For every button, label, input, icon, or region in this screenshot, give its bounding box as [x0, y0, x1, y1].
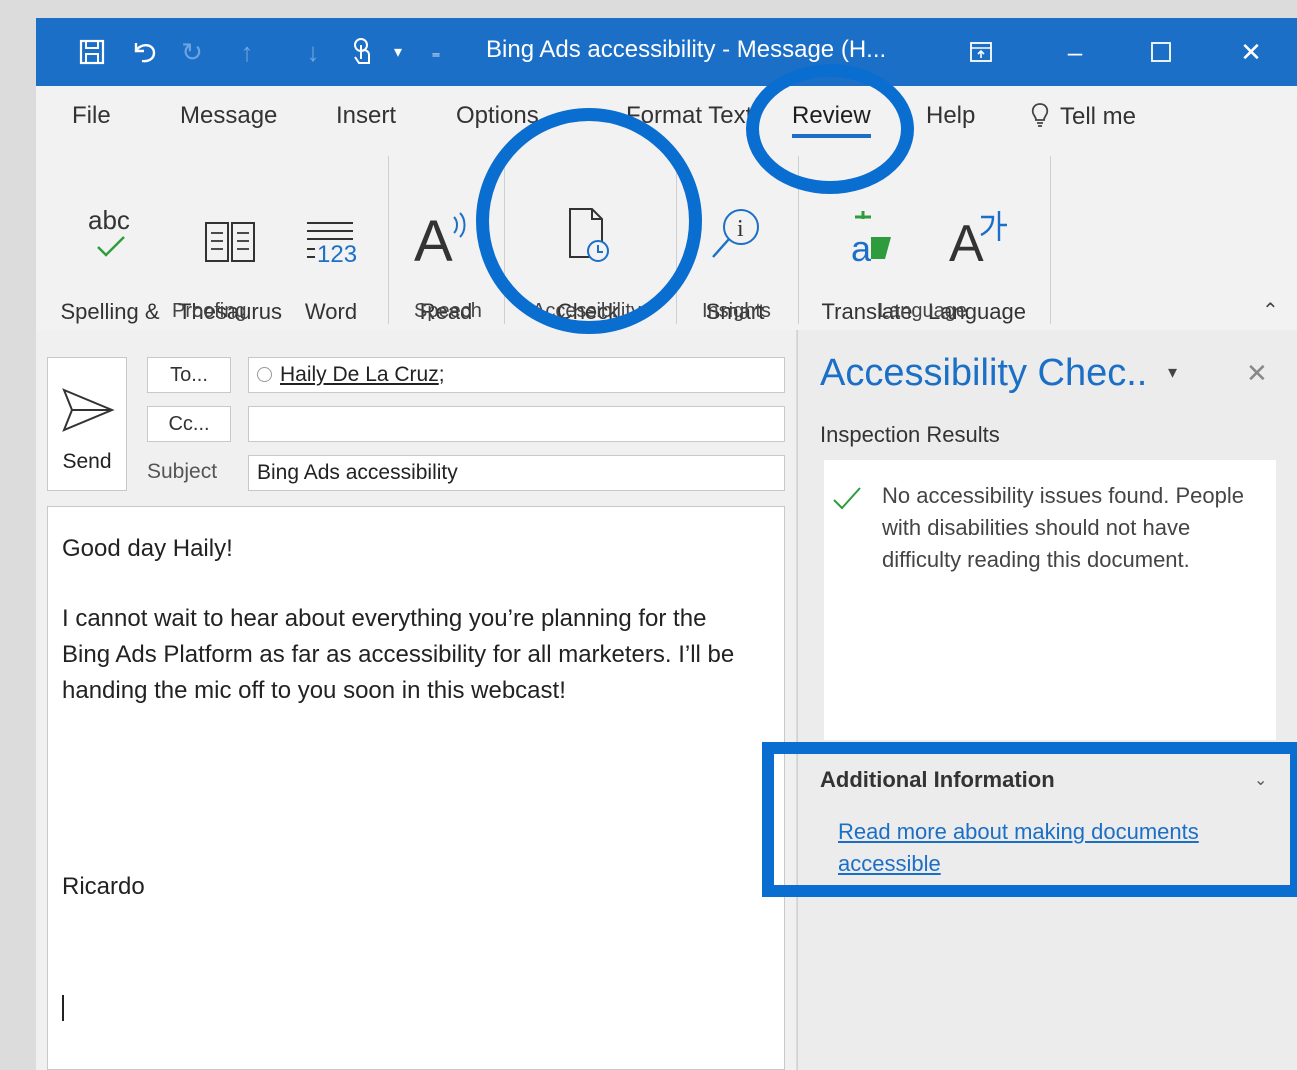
presence-icon [257, 367, 272, 382]
spelling-icon-text: abc [88, 205, 130, 235]
highlight-circle-review-tab [746, 64, 914, 194]
language-icon: A [924, 185, 1030, 265]
ribbon-separator [388, 156, 389, 324]
cc-button[interactable]: Cc... [147, 406, 231, 442]
recipient-separator: ; [438, 363, 445, 386]
inspection-results-label: Inspection Results [820, 422, 1000, 447]
send-label: Send [62, 450, 112, 473]
spelling-check-icon: abc [52, 185, 168, 265]
touch-mode-icon[interactable] [346, 18, 378, 86]
arrow-down-icon[interactable]: ↓ [298, 18, 328, 86]
tell-me-search[interactable]: Tell me [1030, 102, 1136, 131]
maximize-icon[interactable] [1146, 18, 1176, 86]
arrow-up-icon[interactable]: ↑ [232, 18, 262, 86]
customize-qat-icon[interactable]: ₌ [426, 18, 446, 86]
word-count-icon-text: 123 [317, 241, 357, 265]
body-greeting: Good day Haily! [62, 535, 233, 562]
minimize-icon[interactable]: – [1060, 18, 1090, 86]
window-title: Bing Ads accessibility - Message (H... [486, 36, 887, 63]
save-icon[interactable] [76, 18, 108, 86]
dropdown-icon[interactable]: ▾ [388, 18, 408, 86]
close-icon[interactable]: ✕ [1236, 18, 1266, 86]
inspection-result-text: No accessibility issues found. People wi… [882, 483, 1244, 572]
text-cursor [62, 995, 64, 1021]
check-icon [833, 487, 861, 510]
tab-insert[interactable]: Insert [336, 102, 396, 130]
inspection-results: No accessibility issues found. People wi… [824, 460, 1276, 740]
message-body[interactable]: Good day Haily! I cannot wait to hear ab… [47, 506, 785, 1070]
group-language: Language [878, 300, 967, 322]
title-bar: ↻ ↑ ↓ ▾ ₌ Bing Ads accessibility - Messa… [36, 18, 1297, 86]
collapse-ribbon-icon[interactable]: ⌃ [1262, 298, 1279, 323]
group-insights: Insights [702, 300, 771, 322]
body-paragraph: I cannot wait to hear about everything y… [62, 605, 735, 704]
tab-file[interactable]: File [72, 102, 111, 130]
recipient-chip[interactable]: Haily De La Cruz [280, 363, 439, 386]
tell-me-label: Tell me [1060, 103, 1137, 130]
body-signature: Ricardo [62, 873, 145, 900]
thesaurus-book-icon [174, 185, 286, 265]
pane-close-icon[interactable]: ✕ [1246, 358, 1268, 389]
subject-label: Subject [147, 460, 218, 483]
svg-text:i: i [737, 216, 744, 242]
group-speech: Speech [414, 300, 482, 322]
to-button[interactable]: To... [147, 357, 231, 393]
cc-field[interactable] [248, 406, 785, 442]
word-count-icon: 123 [290, 185, 372, 265]
highlight-box-additional-info [762, 742, 1297, 897]
ribbon-separator [1050, 156, 1051, 324]
lightbulb-icon [1031, 103, 1049, 127]
undo-icon[interactable] [128, 18, 160, 86]
group-proofing: Proofing [172, 300, 247, 322]
ribbon-display-icon[interactable] [966, 18, 996, 86]
redo-icon[interactable]: ↻ [176, 18, 208, 86]
pane-title: Accessibility Chec.. [820, 352, 1148, 394]
smart-lookup-icon: i [690, 185, 780, 265]
tab-message[interactable]: Message [180, 102, 277, 130]
svg-text:A: A [414, 209, 453, 265]
svg-text:a: a [851, 228, 872, 265]
send-button[interactable]: Send [47, 357, 127, 491]
pane-options-icon[interactable]: ▾ [1168, 362, 1177, 383]
accessibility-pane: Accessibility Chec.. ▾ ✕ Inspection Resu… [797, 330, 1297, 1070]
svg-text:A: A [949, 215, 984, 265]
translate-icon: a [816, 185, 918, 265]
thesaurus-button[interactable]: Thesaurus [174, 154, 286, 358]
subject-field[interactable]: Bing Ads accessibility [248, 455, 785, 491]
send-icon [62, 388, 115, 432]
tab-help[interactable]: Help [926, 102, 975, 130]
to-field[interactable]: Haily De La Cruz; [248, 357, 785, 393]
highlight-circle-check-accessibility [476, 108, 702, 334]
